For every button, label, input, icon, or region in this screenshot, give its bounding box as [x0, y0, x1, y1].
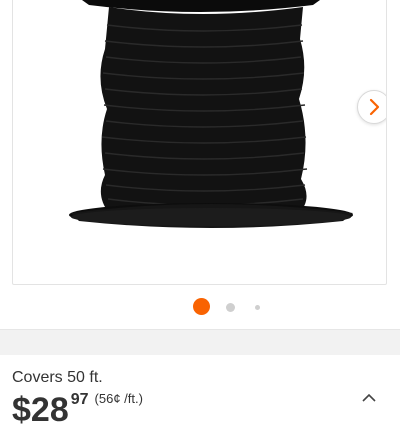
price: $28 97 (56¢ /ft.)	[12, 391, 143, 429]
product-image-frame	[12, 0, 387, 285]
carousel-dot-2[interactable]	[226, 303, 235, 312]
price-whole: 28	[30, 391, 69, 429]
chevron-right-icon	[369, 98, 380, 116]
carousel-dot-3[interactable]	[255, 305, 260, 310]
carousel-next-button[interactable]	[357, 90, 386, 124]
chevron-icon[interactable]	[362, 394, 376, 402]
wire-spool-image	[69, 0, 353, 228]
carousel-dot-1[interactable]	[193, 298, 210, 315]
price-dollar-sign: $	[12, 391, 31, 429]
section-divider	[0, 329, 400, 355]
coverage-text: Covers 50 ft.	[12, 369, 103, 386]
carousel-pagination	[0, 297, 400, 317]
price-per-unit: (56¢ /ft.)	[94, 391, 143, 406]
